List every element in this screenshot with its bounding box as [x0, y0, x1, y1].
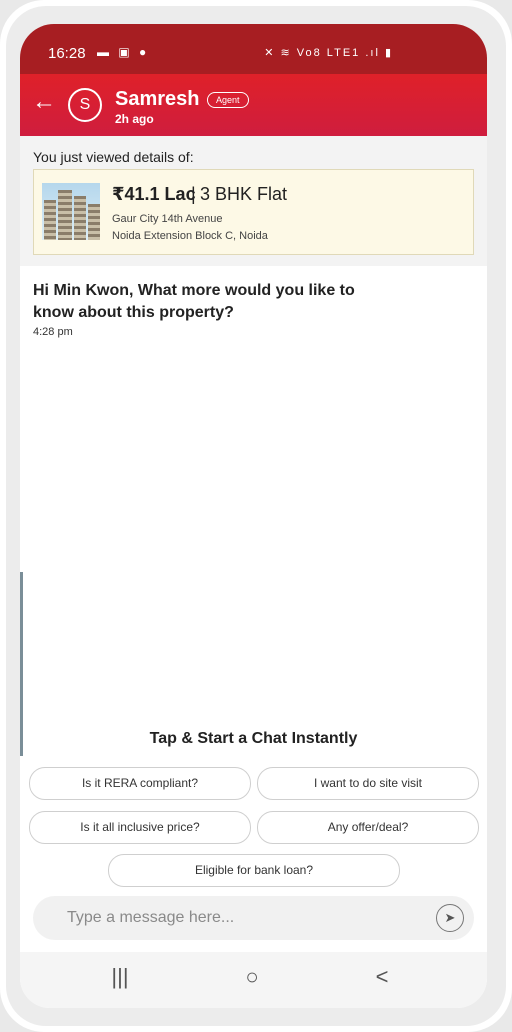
status-time: 16:28	[48, 45, 86, 62]
recent-apps-icon[interactable]: |||	[100, 964, 140, 990]
system-nav-bar: ||| ○ <	[20, 952, 487, 1008]
property-type: 3 BHK Flat	[200, 184, 288, 204]
chat-message: Hi Min Kwon, What more would you like to…	[33, 282, 355, 321]
chat-header: ← S Samresh 2h ago Agent	[20, 74, 487, 136]
message-composer[interactable]: Type a message here... ➤	[33, 896, 474, 940]
property-address-line1: Gaur City 14th Avenue	[112, 213, 223, 225]
quick-reply-bank-loan[interactable]: Eligible for bank loan?	[108, 854, 400, 887]
last-seen: 2h ago	[115, 112, 154, 126]
property-address-line2: Noida Extension Block C, Noida	[112, 230, 268, 242]
viewed-property-section: You just viewed details of: ₹41.1 Lac | …	[20, 136, 487, 266]
status-bar: 16:28 ▬ ▣ ● ✕ ≋ Vo8 LTE1 .ıl ▮	[20, 24, 487, 74]
system-status-icons: ✕ ≋ Vo8 LTE1 .ıl ▮	[264, 47, 393, 59]
scroll-indicator[interactable]	[20, 572, 23, 756]
price-separator: |	[191, 184, 196, 204]
message-time: 4:28 pm	[33, 326, 73, 338]
notification-icons: ▬ ▣ ●	[97, 45, 150, 59]
quick-reply-offer[interactable]: Any offer/deal?	[257, 811, 479, 844]
phone-frame: 16:28 ▬ ▣ ● ✕ ≋ Vo8 LTE1 .ıl ▮ ← S Samre…	[0, 0, 512, 1032]
property-thumbnail	[42, 183, 100, 240]
quick-reply-rera[interactable]: Is it RERA compliant?	[29, 767, 251, 800]
message-input[interactable]: Type a message here...	[67, 909, 234, 927]
back-arrow-icon[interactable]: ←	[32, 88, 56, 116]
send-icon[interactable]: ➤	[436, 904, 464, 932]
property-card[interactable]: ₹41.1 Lac | 3 BHK Flat Gaur City 14th Av…	[33, 169, 474, 255]
property-price: ₹41.1 Lac	[112, 184, 196, 204]
screen: 16:28 ▬ ▣ ● ✕ ≋ Vo8 LTE1 .ıl ▮ ← S Samre…	[20, 24, 487, 1008]
quick-reply-inclusive-price[interactable]: Is it all inclusive price?	[29, 811, 251, 844]
nav-back-icon[interactable]: <	[362, 964, 402, 990]
avatar[interactable]: S	[68, 88, 102, 122]
agent-name[interactable]: Samresh	[115, 88, 200, 111]
viewed-label: You just viewed details of:	[33, 149, 194, 165]
quick-reply-site-visit[interactable]: I want to do site visit	[257, 767, 479, 800]
home-icon[interactable]: ○	[232, 964, 272, 990]
quick-replies-title: Tap & Start a Chat Instantly	[149, 730, 358, 747]
agent-badge: Agent	[207, 92, 249, 108]
